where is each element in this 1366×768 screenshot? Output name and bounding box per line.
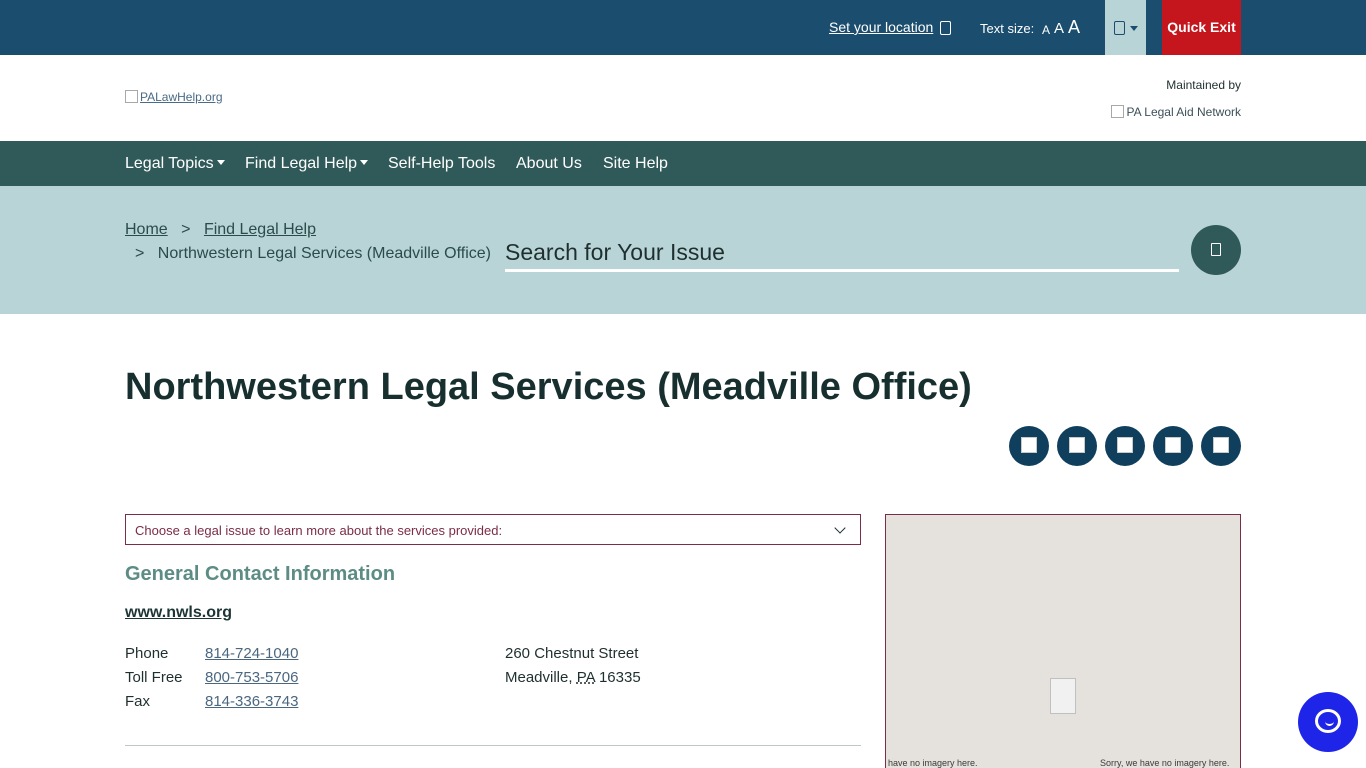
address-city-line: Meadville, PA 16335 bbox=[505, 669, 641, 686]
nav-label: Find Legal Help bbox=[245, 155, 358, 172]
nav-find-legal-help[interactable]: Find Legal Help bbox=[245, 155, 369, 173]
phone-label: Phone bbox=[125, 645, 169, 662]
logo-alt-text: PALawHelp.org bbox=[140, 90, 223, 104]
breadcrumb: Home > Find Legal Help bbox=[125, 221, 316, 239]
breadcrumb-current-row: > Northwestern Legal Services (Meadville… bbox=[135, 245, 491, 263]
office-map[interactable]: have no imagery here. Sorry, we have no … bbox=[885, 514, 1241, 768]
map-no-imagery-right: Sorry, we have no imagery here. bbox=[1100, 758, 1230, 768]
breadcrumb-current: Northwestern Legal Services (Meadville O… bbox=[157, 245, 491, 262]
nav-about-us[interactable]: About Us bbox=[516, 155, 582, 173]
contact-heading: General Contact Information bbox=[125, 563, 396, 585]
section-divider bbox=[125, 745, 861, 746]
search-button[interactable] bbox=[1191, 225, 1241, 275]
nav-site-help[interactable]: Site Help bbox=[603, 155, 668, 173]
fax-label: Fax bbox=[125, 693, 151, 710]
share-icon bbox=[1165, 437, 1181, 453]
map-no-imagery-left: have no imagery here. bbox=[888, 758, 978, 768]
language-button[interactable] bbox=[1105, 0, 1146, 55]
page-title: Northwestern Legal Services (Meadville O… bbox=[125, 366, 972, 408]
globe-icon bbox=[1114, 21, 1125, 35]
breadcrumb-find-legal-help[interactable]: Find Legal Help bbox=[204, 221, 316, 238]
address-zip: 16335 bbox=[598, 669, 641, 686]
fax-link[interactable]: 814-336-3743 bbox=[205, 693, 298, 710]
share-button-1[interactable] bbox=[1009, 426, 1049, 466]
broken-image-icon bbox=[125, 90, 138, 103]
legal-issue-select[interactable]: Choose a legal issue to learn more about… bbox=[125, 514, 861, 545]
partner-alt-text: PA Legal Aid Network bbox=[1126, 105, 1241, 119]
share-button-4[interactable] bbox=[1153, 426, 1193, 466]
set-location-link[interactable]: Set your location bbox=[829, 19, 933, 35]
chat-smile-icon bbox=[1325, 721, 1334, 726]
address-state: PA bbox=[576, 669, 595, 686]
maintained-by-label: Maintained by bbox=[1166, 78, 1241, 92]
share-button-2[interactable] bbox=[1057, 426, 1097, 466]
breadcrumb-home[interactable]: Home bbox=[125, 221, 168, 238]
main-navigation: Legal Topics Find Legal Help Self-Help T… bbox=[0, 141, 1366, 186]
nav-legal-topics[interactable]: Legal Topics bbox=[125, 155, 225, 173]
legal-issue-select-value: Choose a legal issue to learn more about… bbox=[135, 523, 503, 538]
share-button-3[interactable] bbox=[1105, 426, 1145, 466]
text-size-medium-button[interactable]: A bbox=[1054, 20, 1064, 37]
share-button-5[interactable] bbox=[1201, 426, 1241, 466]
share-icon bbox=[1069, 437, 1085, 453]
search-icon bbox=[1211, 243, 1221, 256]
text-size-label: Text size: bbox=[980, 21, 1035, 36]
site-logo[interactable]: PALawHelp.org bbox=[125, 90, 223, 104]
caret-down-icon bbox=[1130, 26, 1138, 31]
caret-down-icon bbox=[216, 160, 225, 165]
share-icon bbox=[1117, 437, 1133, 453]
caret-down-icon bbox=[360, 160, 369, 165]
website-link[interactable]: www.nwls.org bbox=[125, 604, 232, 622]
address-city: Meadville, bbox=[505, 669, 573, 686]
chevron-down-icon bbox=[834, 522, 846, 534]
share-icon bbox=[1213, 437, 1229, 453]
search-band: Home > Find Legal Help > Northwestern Le… bbox=[0, 186, 1366, 314]
text-size-large-button[interactable]: A bbox=[1068, 17, 1080, 38]
toll-free-label: Toll Free bbox=[125, 669, 183, 686]
partner-logo[interactable]: PA Legal Aid Network bbox=[1111, 105, 1241, 119]
utility-bar: Set your location Text size: A A A Quick… bbox=[0, 0, 1366, 55]
breadcrumb-separator: > bbox=[181, 221, 191, 238]
breadcrumb-separator: > bbox=[135, 245, 145, 262]
address-street: 260 Chestnut Street bbox=[505, 645, 639, 662]
chat-icon bbox=[1315, 709, 1341, 733]
share-icon bbox=[1021, 437, 1037, 453]
broken-image-icon bbox=[1111, 105, 1125, 118]
text-size-small-button[interactable]: A bbox=[1042, 23, 1050, 37]
map-marker-icon[interactable] bbox=[1050, 678, 1076, 714]
map-pin-icon[interactable] bbox=[940, 21, 951, 35]
chat-button[interactable] bbox=[1298, 692, 1358, 752]
nav-label: Legal Topics bbox=[125, 155, 214, 172]
phone-link[interactable]: 814-724-1040 bbox=[205, 645, 298, 662]
nav-self-help-tools[interactable]: Self-Help Tools bbox=[388, 155, 495, 173]
search-input[interactable] bbox=[505, 235, 1179, 272]
quick-exit-button[interactable]: Quick Exit bbox=[1162, 0, 1241, 55]
toll-free-link[interactable]: 800-753-5706 bbox=[205, 669, 298, 686]
